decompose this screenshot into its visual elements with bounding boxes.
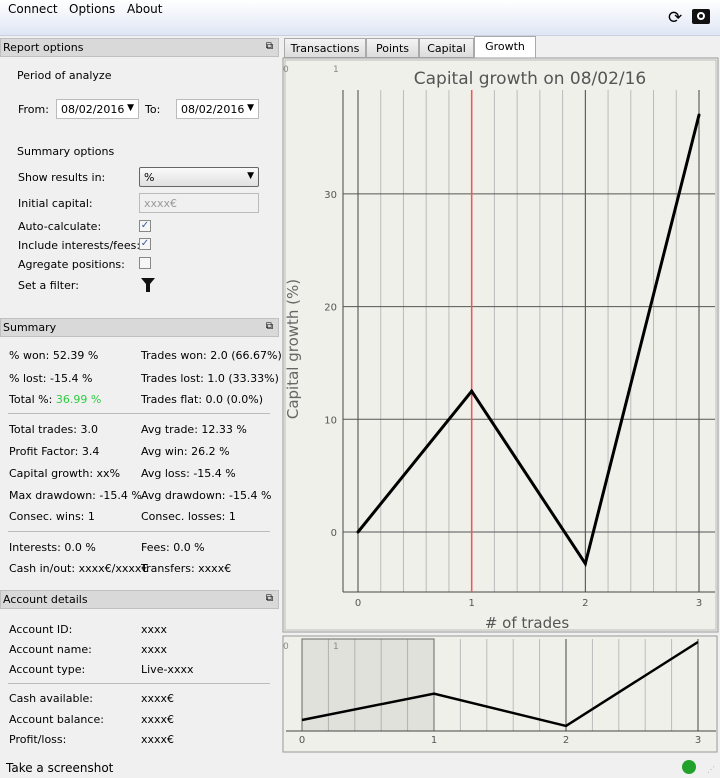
y-tick-label: 10 [324,415,337,426]
corner-label: 1 [333,65,339,75]
status-text: Take a screenshot [6,761,114,775]
overview-x-tick-label: 3 [695,735,701,746]
chart-frame [282,57,719,633]
overview-x-tick-label: 1 [431,735,437,746]
data-point [470,389,474,393]
data-point [697,113,701,117]
y-tick-label: 30 [324,190,337,201]
x-tick-label: 0 [355,598,361,609]
overview-x-tick-label: 2 [563,735,569,746]
corner-label: 1 [333,642,339,652]
y-tick-label: 0 [331,528,337,539]
overview-x-tick-label: 0 [299,735,305,746]
x-tick-label: 2 [582,598,588,609]
connection-indicator [682,760,696,774]
x-axis-label: # of trades [485,614,570,632]
resize-grip[interactable]: ⋰ [707,765,715,774]
chart-title: Capital growth on 08/02/16 [414,69,647,89]
corner-label: 0 [283,642,289,652]
x-tick-label: 3 [696,598,702,609]
corner-label: 0 [283,65,289,75]
x-tick-label: 1 [468,598,474,609]
data-point [356,530,360,534]
data-point [583,562,587,566]
growth-chart: 01020300 1 2 3 Capital growth on 08/02/16 C… [282,57,719,753]
y-tick-label: 20 [324,303,337,314]
y-axis-label: Capital growth (%) [284,279,302,419]
